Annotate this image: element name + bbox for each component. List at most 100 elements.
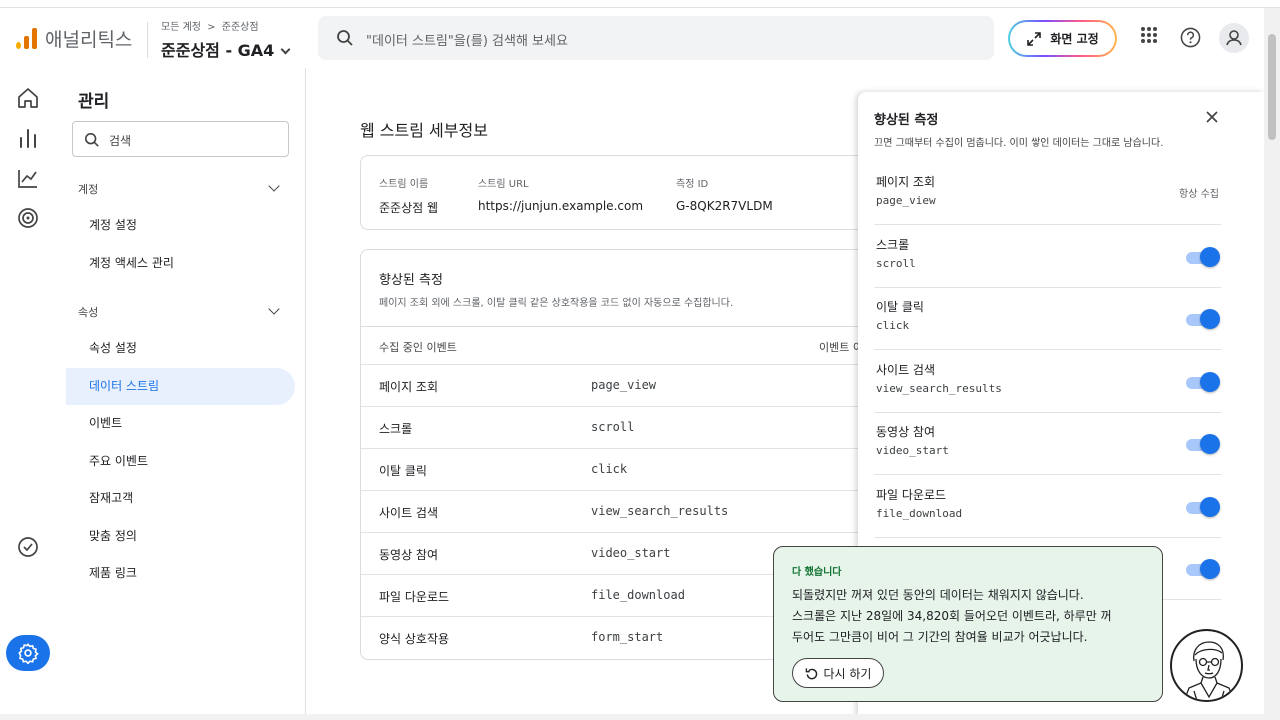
undo-button[interactable]: 다시 하기 <box>792 658 884 688</box>
account-avatar-icon[interactable] <box>1219 23 1249 53</box>
person-icon <box>1226 30 1242 46</box>
undo-toast: 다 했습니다 되돌렸지만 꺼져 있던 동안의 데이터는 채워지지 않습니다. 스… <box>773 546 1163 702</box>
search-placeholder: "데이터 스트림"을(를) 검색해 보세요 <box>366 34 568 49</box>
advertising-icon[interactable] <box>16 206 40 230</box>
event-table-row: 사이트 검색 view_search_results <box>361 490 920 532</box>
chevron-down-icon[interactable] <box>268 303 280 315</box>
breadcrumb-account[interactable]: 준준상점 <box>222 22 259 33</box>
panel-event-row: 파일 다운로드 file_download <box>874 476 1221 538</box>
nav-item-data-streams[interactable]: 데이터 스트림 <box>66 368 295 405</box>
toggle-thumb <box>1200 559 1220 579</box>
event-code: video_start <box>591 546 671 560</box>
nav-item-product-links[interactable]: 제품 링크 <box>66 555 295 592</box>
page-title: 웹 스트림 세부정보 <box>360 121 488 140</box>
property-name: 준준상점 - GA4 <box>161 41 275 60</box>
toast-line-2: 스크롤은 지난 28일에 34,820회 들어오던 이벤트라, 하루만 꺼 <box>792 609 1112 623</box>
event-label: 양식 상호작용 <box>379 632 450 646</box>
toggle-thumb <box>1200 434 1220 454</box>
stream-name-label: 스트림 이름 <box>379 179 429 190</box>
panel-event-code: video_start <box>876 444 949 457</box>
chevron-down-icon[interactable] <box>268 180 280 192</box>
nav-title: 관리 <box>78 92 110 112</box>
toast-title: 다 했습니다 <box>792 567 842 578</box>
panel-event-label: 사이트 검색 <box>876 362 936 377</box>
page-scrollbar[interactable] <box>1264 8 1280 720</box>
browser-top-edge <box>0 0 1280 8</box>
nav-item-property-settings[interactable]: 속성 설정 <box>66 330 295 367</box>
event-toggle-switch[interactable] <box>1184 309 1220 329</box>
event-toggle-switch[interactable] <box>1184 371 1220 392</box>
scrollbar-thumb[interactable] <box>1268 34 1276 140</box>
event-label: 페이지 조회 <box>379 380 439 394</box>
global-search-bar[interactable]: "데이터 스트림"을(를) 검색해 보세요 <box>318 16 994 60</box>
event-toggle-switch[interactable] <box>1184 434 1220 454</box>
event-code: click <box>591 462 628 476</box>
breadcrumb-root[interactable]: 모든 계정 <box>161 22 201 33</box>
nav-section-account[interactable]: 계정 <box>78 181 98 197</box>
panel-event-row: 사이트 검색 view_search_results <box>874 351 1221 413</box>
panel-event-label: 파일 다운로드 <box>876 487 947 502</box>
stream-details-card: 스트림 이름 준준상점 웹 스트림 URL https://junjun.examp… <box>360 155 920 230</box>
nav-item-custom-definitions[interactable]: 맞춤 정의 <box>66 518 295 555</box>
panel-event-row: 동영상 참여 video_start <box>874 413 1221 475</box>
panel-title: 향상된 측정 <box>874 113 939 128</box>
column-header-event-name: 이벤트 이 <box>819 341 863 354</box>
event-table-row: 스크롤 scroll <box>361 406 920 448</box>
reports-icon[interactable] <box>16 127 40 149</box>
stream-url-label: 스트림 URL <box>478 179 529 190</box>
column-header-events: 수집 중인 이벤트 <box>379 341 457 354</box>
nav-item-audiences[interactable]: 잠재고객 <box>66 480 295 517</box>
toggle-thumb <box>1200 496 1220 517</box>
nav-search-input[interactable]: 검색 <box>72 121 289 157</box>
pin-screen-button[interactable]: 화면 고정 <box>1008 20 1117 57</box>
close-icon[interactable] <box>1204 109 1220 125</box>
panel-event-code: page_view <box>876 194 936 207</box>
assistant-avatar[interactable] <box>1170 629 1243 702</box>
stream-url-value: https://junjun.example.com <box>478 199 644 213</box>
panel-event-label: 페이지 조회 <box>876 175 936 189</box>
panel-description: 끄면 그때부터 수집이 멈춥니다. 이미 쌓인 데이터는 그대로 남습니다. <box>874 138 1164 149</box>
help-icon[interactable] <box>1180 27 1201 48</box>
event-toggle-switch[interactable] <box>1184 559 1220 579</box>
event-label: 파일 다운로드 <box>379 590 450 604</box>
home-icon[interactable] <box>16 87 40 109</box>
nav-search-placeholder: 검색 <box>109 134 132 148</box>
analytics-logo-icon <box>16 28 37 49</box>
panel-event-code: file_download <box>876 506 963 520</box>
event-label: 스크롤 <box>379 422 413 436</box>
measurement-id-value[interactable]: G-8QK2R7VLDM <box>676 199 773 213</box>
measurement-id-label: 측정 ID <box>676 179 709 190</box>
nav-item-events[interactable]: 이벤트 <box>66 405 295 442</box>
bottom-edge <box>0 714 1264 720</box>
nav-item-account-settings[interactable]: 계정 설정 <box>66 207 295 244</box>
toast-line-3: 두어도 그만큼이 비어 그 기간의 참여율 비교가 어긋납니다. <box>792 630 1088 644</box>
divider <box>361 326 920 327</box>
chevron-down-icon <box>280 44 291 55</box>
breadcrumb[interactable]: 모든 계정 > 준준상점 <box>161 18 259 33</box>
check-circle-icon[interactable] <box>16 535 40 559</box>
event-code: file_download <box>591 588 685 602</box>
header-divider <box>147 22 148 58</box>
property-selector[interactable]: 준준상점 - GA4 <box>161 37 291 61</box>
event-toggle-switch[interactable] <box>1184 246 1220 267</box>
event-code: page_view <box>591 378 657 392</box>
enhanced-title: 향상된 측정 <box>379 273 443 288</box>
brand-name: 애널리틱스 <box>45 29 133 51</box>
undo-icon <box>805 667 817 679</box>
admin-settings-button[interactable] <box>6 635 50 671</box>
toggle-thumb <box>1200 309 1220 329</box>
always-collected-label: 항상 수집 <box>1179 189 1219 200</box>
admin-nav: 관리 검색 계정 계정 설정 계정 액세스 관리 속성 속성 설정 데이터 스트… <box>56 68 306 720</box>
nav-section-property[interactable]: 속성 <box>78 304 98 320</box>
event-label: 동영상 참여 <box>379 548 439 562</box>
panel-event-row: 스크롤 scroll <box>874 226 1221 288</box>
toggle-thumb <box>1200 371 1220 392</box>
apps-grid-icon[interactable] <box>1140 26 1158 44</box>
nav-item-account-access[interactable]: 계정 액세스 관리 <box>66 245 295 282</box>
panel-event-code: scroll <box>876 256 916 270</box>
explore-icon[interactable] <box>16 167 40 189</box>
nav-item-key-events[interactable]: 주요 이벤트 <box>66 443 295 480</box>
event-label: 사이트 검색 <box>379 506 439 520</box>
event-toggle-switch[interactable] <box>1184 496 1220 517</box>
panel-event-row: 이탈 클릭 click <box>874 288 1221 350</box>
